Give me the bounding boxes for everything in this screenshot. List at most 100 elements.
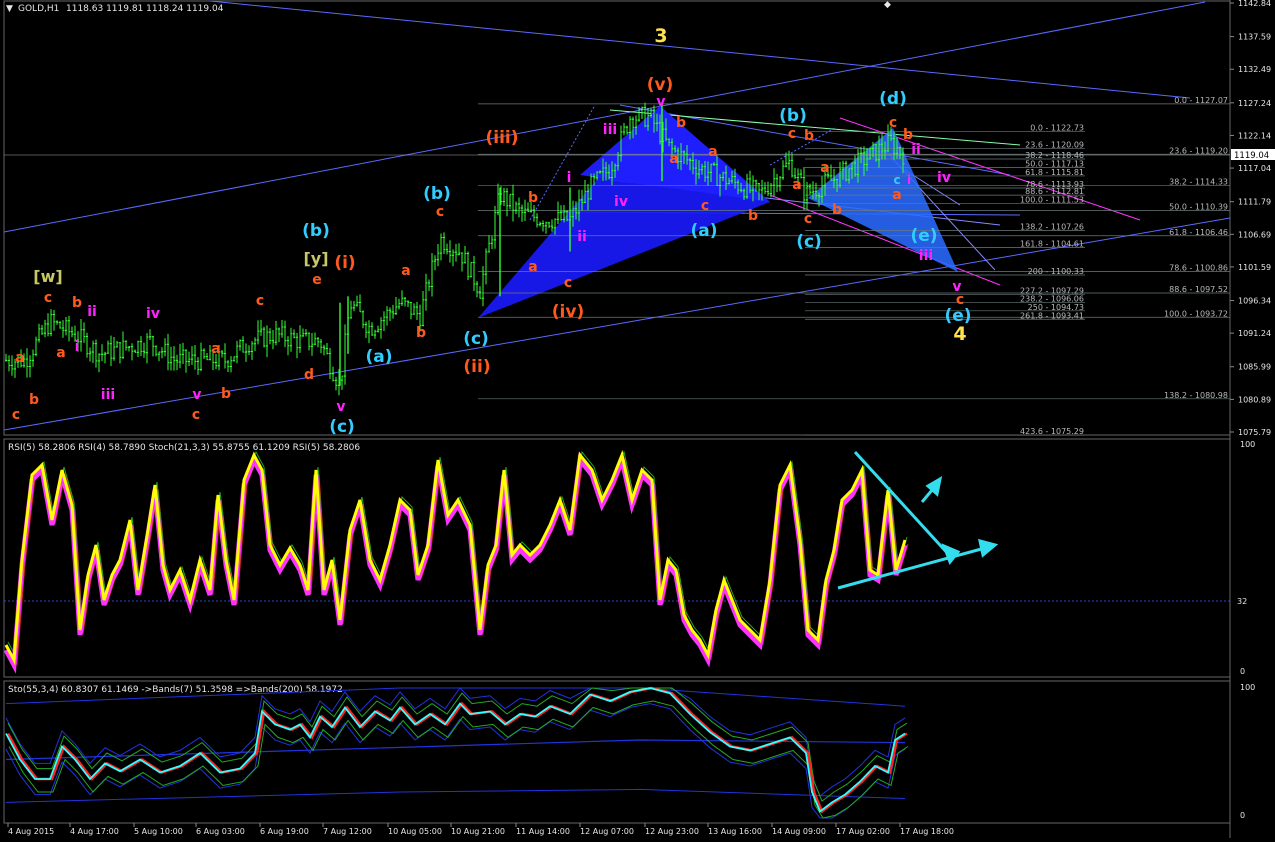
wave-label: 3 (654, 25, 667, 47)
fib-outer-label: 88.6 - 1097.52 (1169, 285, 1228, 294)
wave-label: (d) (879, 89, 907, 109)
wave-label: b (528, 190, 538, 206)
wave-label: (i) (334, 253, 355, 273)
time-tick: 6 Aug 19:00 (260, 827, 309, 836)
wave-label: b (832, 202, 842, 218)
fib-outer-label: 38.2 - 1114.33 (1169, 177, 1228, 186)
wave-label: (c) (796, 232, 822, 252)
menu-triangle-icon[interactable]: ▼ (6, 4, 13, 14)
price-tick: 1122.14 (1238, 131, 1271, 140)
time-tick: 12 Aug 07:00 (580, 827, 634, 836)
wave-label: (ii) (463, 357, 490, 377)
wave-label: (c) (329, 417, 355, 437)
fib-inner-label: 0.0 - 1122.73 (1030, 124, 1084, 133)
wave-label: i (75, 339, 80, 355)
time-tick: 17 Aug 02:00 (836, 827, 890, 836)
wave-label: c (256, 293, 264, 309)
price-tick: 1091.24 (1238, 329, 1271, 338)
wave-label: (e) (944, 306, 971, 326)
fib-inner-label: 61.8 - 1115.81 (1025, 168, 1084, 177)
wave-label: c (564, 275, 572, 291)
fib-outer-label: 78.6 - 1100.86 (1169, 264, 1228, 273)
symbol-title: GOLD,H1 (18, 4, 59, 14)
wave-label: c (12, 407, 20, 423)
fib-outer-label: 100.0 - 1093.72 (1164, 309, 1228, 318)
wave-label: v (192, 387, 201, 403)
wave-label: b (29, 392, 39, 408)
time-tick: 4 Aug 17:00 (70, 827, 119, 836)
fib-inner-label: 161.8 - 1104.61 (1020, 240, 1084, 249)
wave-label: b (72, 295, 82, 311)
time-tick: 6 Aug 03:00 (196, 827, 245, 836)
wave-label: a (56, 345, 65, 361)
time-tick: 12 Aug 23:00 (645, 827, 699, 836)
wave-label: a (708, 144, 717, 160)
wave-label: i (567, 170, 572, 186)
wave-label: iii (101, 387, 115, 403)
wave-label: v (336, 399, 345, 415)
wave-label: [w] (33, 267, 62, 286)
wave-label: c (44, 290, 52, 306)
wave-label: e (312, 272, 322, 288)
fib-inner-label: 138.2 - 1107.26 (1020, 223, 1084, 232)
svg-text:0: 0 (1240, 811, 1245, 820)
price-tick: 1111.79 (1238, 198, 1271, 207)
price-tick: 1142.84 (1238, 0, 1271, 8)
fib-inner-label: 100.0 - 1111.53 (1020, 195, 1084, 204)
fib-outer-label: 50.0 - 1110.39 (1169, 203, 1228, 212)
scroll-diamond-icon[interactable]: ◆ (884, 0, 891, 10)
chart-window[interactable]: ▼ GOLD,H1 1118.63 1119.81 1118.24 1119.0… (0, 0, 1275, 838)
wave-label: a (15, 350, 24, 366)
wave-label: v (656, 94, 665, 110)
fib-inner-label: 261.8 - 1093.41 (1020, 311, 1084, 320)
wave-label: a (820, 160, 829, 176)
svg-text:0: 0 (1240, 667, 1245, 676)
wave-label: a (669, 151, 678, 167)
time-tick: 10 Aug 05:00 (388, 827, 442, 836)
wave-label: ii (911, 142, 921, 158)
wave-label: (a) (690, 221, 717, 241)
wave-label: iv (146, 306, 160, 322)
wave-label: iii (603, 122, 617, 138)
price-tick: 1085.99 (1238, 363, 1271, 372)
price-tick: 1132.49 (1238, 65, 1271, 74)
wave-label: (iii) (485, 128, 518, 148)
wave-label: (iv) (552, 302, 584, 322)
wave-label: iii (919, 248, 933, 264)
wave-label: (c) (463, 329, 489, 349)
wave-label: a (892, 187, 901, 203)
time-tick: 4 Aug 2015 (8, 827, 54, 836)
time-tick: 13 Aug 16:00 (708, 827, 762, 836)
wave-label: (v) (647, 75, 674, 95)
price-tick: 1117.04 (1238, 164, 1271, 173)
wave-label: (b) (423, 184, 451, 204)
wave-label: a (792, 177, 801, 193)
wave-label: [y] (303, 249, 328, 268)
svg-text:32: 32 (1237, 597, 1247, 606)
time-tick: 7 Aug 12:00 (323, 827, 372, 836)
time-tick: 5 Aug 10:00 (134, 827, 183, 836)
wave-label: c (889, 115, 897, 131)
wave-label: b (903, 127, 913, 143)
svg-text:1119.04: 1119.04 (1234, 151, 1269, 161)
fib-outer-label: 138.2 - 1080.98 (1164, 391, 1228, 400)
wave-label: b (221, 386, 231, 402)
wave-label: c (436, 204, 444, 220)
svg-text:100: 100 (1240, 683, 1255, 692)
wave-label: a (401, 263, 410, 279)
wave-label: (b) (302, 221, 330, 241)
time-axis: 4 Aug 2015 4 Aug 17:00 5 Aug 10:00 6 Aug 03… (7, 823, 954, 836)
price-tick: 1080.89 (1238, 395, 1271, 404)
wave-label: (a) (365, 347, 392, 367)
price-tick: 1127.24 (1238, 99, 1271, 108)
wave-label: c (192, 407, 200, 423)
wave-label: v (952, 279, 961, 295)
fib-inner-label: 200 - 1100.33 (1028, 267, 1084, 276)
wave-label: iv (614, 194, 628, 210)
wave-label: (b) (779, 106, 807, 126)
wave-label: b (804, 128, 814, 144)
wave-label: c (788, 126, 796, 142)
wave-label: c (701, 198, 709, 214)
wave-label: ii (87, 304, 97, 320)
wave-label: c (804, 211, 812, 227)
